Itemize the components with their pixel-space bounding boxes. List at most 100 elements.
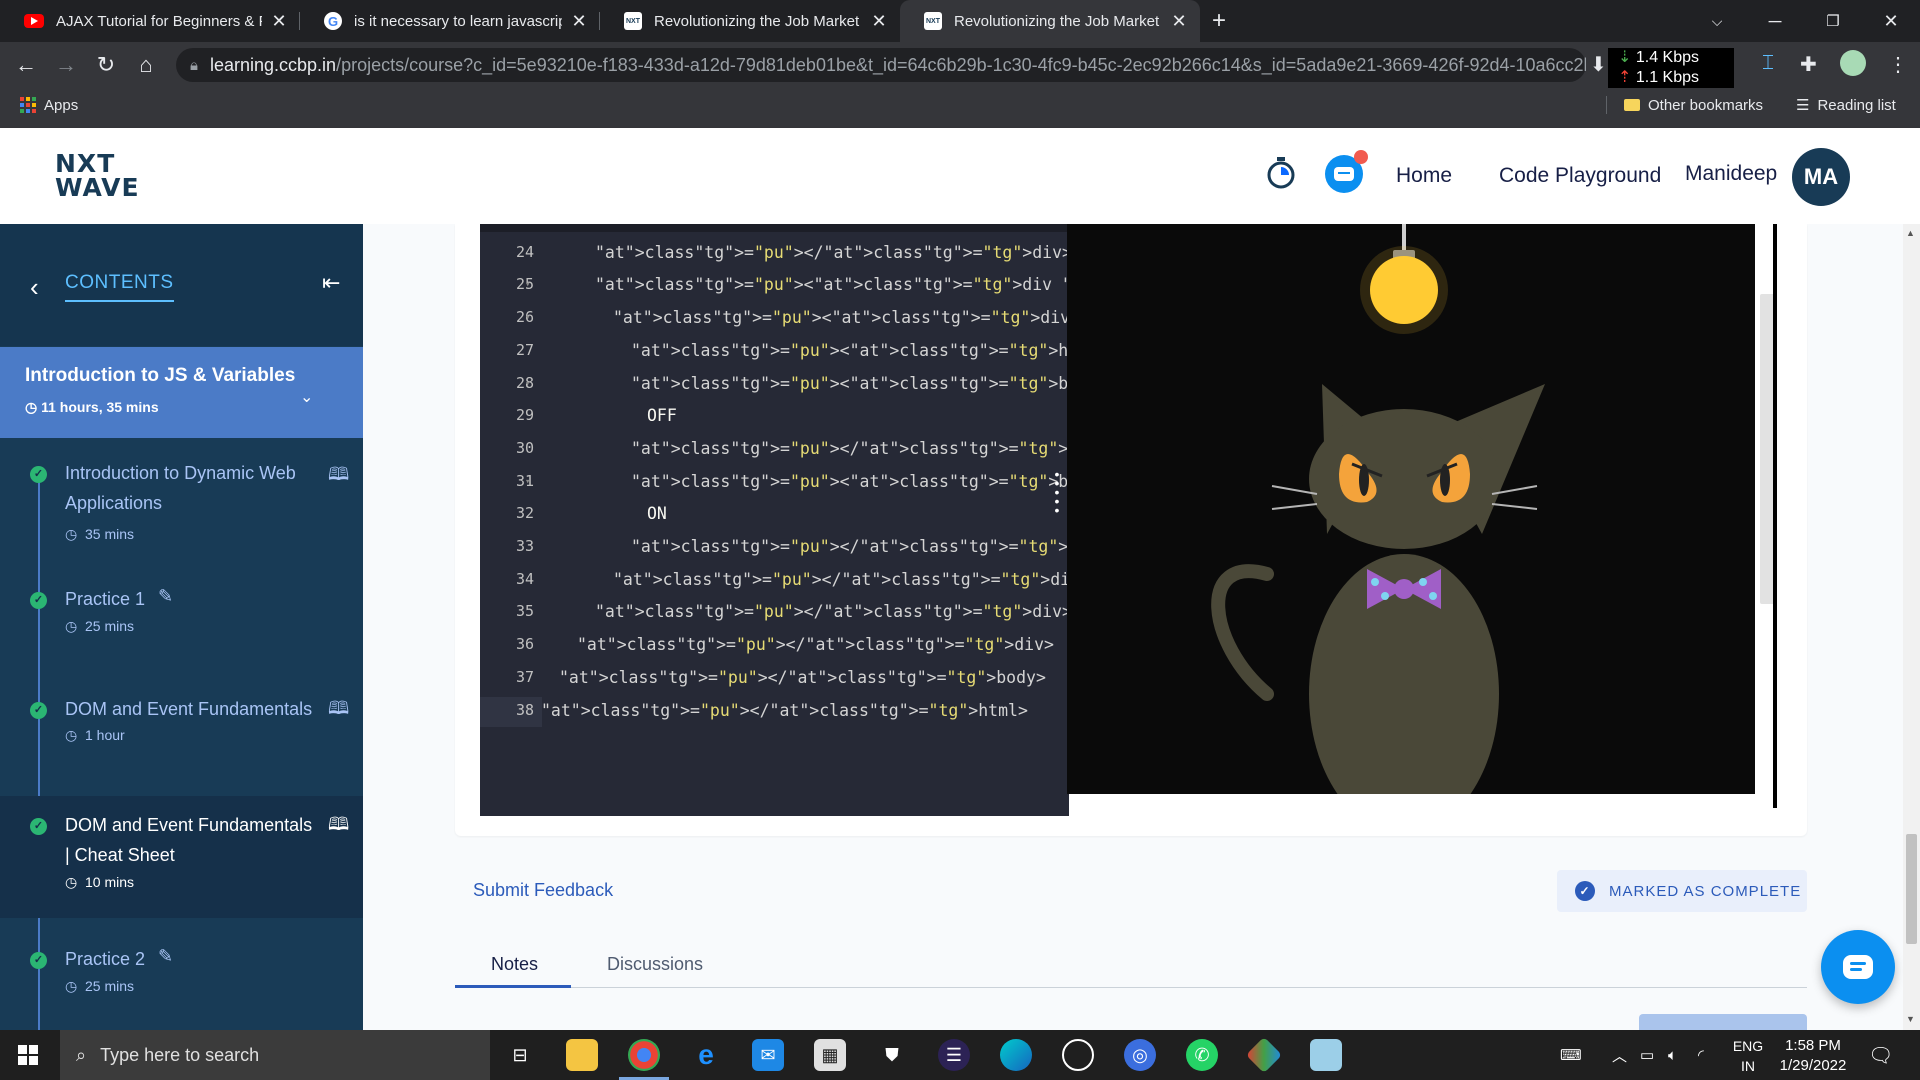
tab-notes[interactable]: Notes [491, 954, 538, 975]
user-name[interactable]: Manideep [1685, 162, 1777, 186]
chrome-icon[interactable] [619, 1039, 669, 1080]
apps-bookmark[interactable]: Apps [20, 88, 78, 122]
fold-arrow-icon[interactable]: ▾ [525, 280, 530, 290]
show-hidden-icons[interactable]: ︿ [1612, 1030, 1627, 1080]
chat-notification-icon[interactable] [1324, 148, 1370, 199]
browser-tab[interactable]: NXT Revolutionizing the Job Market | ✕ [600, 0, 900, 42]
close-tab-icon[interactable]: ✕ [1170, 11, 1188, 32]
nav-code-playground-link[interactable]: Code Playground [1499, 164, 1661, 188]
close-tab-icon[interactable]: ✕ [870, 11, 888, 32]
browser-menu-icon[interactable]: ⋮ [1888, 52, 1908, 77]
nxtwave-logo[interactable]: NXT WAVE [55, 151, 140, 200]
book-icon: 🕮︎ [328, 698, 350, 718]
sidebar-item-label: Practice 1 [65, 589, 146, 609]
reload-icon[interactable]: ↻ [86, 52, 126, 78]
close-tab-icon[interactable]: ✕ [270, 11, 288, 32]
language-indicator[interactable]: ENG IN [1728, 1036, 1768, 1076]
code-editor[interactable]: 23/>24"at">class"tg">="pu"></"at">class"… [480, 232, 1069, 816]
tab-search-icon[interactable]: ⌵ [1688, 13, 1746, 30]
keyboard-icon[interactable]: ⌨ [1560, 1030, 1582, 1080]
chromium-icon[interactable]: ◎ [1124, 1039, 1156, 1071]
back-icon[interactable]: ← [6, 52, 46, 78]
chat-support-button[interactable] [1821, 930, 1895, 1004]
url-field[interactable]: 🔒︎ learning.ccbp.in/projects/course?c_id… [176, 48, 1586, 82]
extension-icon[interactable]: ⬇ [1590, 52, 1607, 77]
network-speed-widget: ⇣ 1.4 Kbps ⇡ 1.1 Kbps [1608, 48, 1734, 90]
new-note-button[interactable] [1639, 1014, 1807, 1030]
fold-arrow-icon[interactable]: ▾ [525, 379, 530, 389]
sidebar-item-active[interactable]: ✓ DOM and Event Fundamentals | Cheat She… [0, 796, 363, 918]
system-clock[interactable]: 1:58 PM 1/29/2022 [1768, 1036, 1858, 1076]
browser-tab[interactable]: AJAX Tutorial for Beginners & Pr ✕ [0, 0, 300, 42]
internet-explorer-icon[interactable]: e [690, 1039, 722, 1071]
url-host: learning.ccbp.in [209, 54, 337, 75]
item-duration: ◷ 25 mins [65, 978, 135, 994]
chevron-down-icon[interactable]: ⌄ [300, 387, 313, 407]
browser-tab-active[interactable]: NXT Revolutionizing the Job Market | ✕ [900, 0, 1200, 42]
cat-bulb-illustration [1067, 224, 1769, 794]
battery-icon[interactable]: ▭ [1640, 1030, 1654, 1080]
other-bookmarks-label: Other bookmarks [1648, 96, 1764, 114]
notepad-icon[interactable] [1310, 1039, 1342, 1071]
store-icon[interactable]: ▦ [814, 1039, 846, 1071]
sidebar-item[interactable]: ✓ Introduction to Dynamic Web Applicatio… [0, 438, 363, 576]
volume-icon[interactable]: 🔈︎ [1668, 1030, 1677, 1080]
extensions-puzzle-icon[interactable]: ✚ [1800, 52, 1817, 77]
marked-as-complete-button[interactable]: ✓ MARKED AS COMPLETE [1557, 870, 1807, 912]
sidebar-item-label: DOM and Event Fundamentals | Cheat Sheet [65, 815, 313, 865]
resize-handle[interactable]: • • • • • [1053, 467, 1061, 517]
security-icon[interactable]: ⛊ [876, 1039, 908, 1071]
wifi-icon[interactable]: ◜ [1698, 1030, 1704, 1080]
close-tab-icon[interactable]: ✕ [570, 11, 588, 32]
collapse-sidebar-icon[interactable]: ⇤ [322, 270, 340, 296]
reading-list[interactable]: ☰ Reading list [1796, 88, 1896, 122]
code-line: "at">class"tg">="pu"></"at">class"tg">="… [559, 667, 1046, 687]
download-speed: 1.4 Kbps [1635, 49, 1700, 66]
profile-icon[interactable] [1840, 50, 1866, 76]
notifications-icon[interactable]: 🗨︎ [1868, 1030, 1893, 1080]
chevron-left-icon[interactable]: ‹ [30, 272, 39, 303]
close-window-icon[interactable]: ✕ [1862, 11, 1920, 32]
section-header[interactable]: Introduction to JS & Variables ◷ 11 hour… [0, 347, 363, 438]
scroll-down-icon[interactable]: ▼ [1906, 1014, 1915, 1024]
sidebar-item[interactable]: ✓ DOM and Event Fundamentals ◷ 1 hour 🕮︎ [0, 684, 363, 794]
line-number: 26 [515, 308, 534, 327]
windows-start-icon[interactable] [18, 1045, 38, 1065]
sidebar-item[interactable]: ✓ Practice 1 ◷ 25 mins ✎ [0, 576, 363, 684]
git-icon[interactable] [1245, 1036, 1283, 1074]
tab-discussions[interactable]: Discussions [607, 954, 703, 975]
window-controls: ⌵ ─ ❐ ✕ [1688, 0, 1920, 42]
line-number: 28 [515, 373, 534, 392]
submit-feedback-link[interactable]: Submit Feedback [473, 880, 613, 901]
stopwatch-icon[interactable] [1266, 156, 1296, 195]
page-scrollbar[interactable]: ▲ ▼ [1903, 224, 1920, 1030]
file-explorer-icon[interactable] [566, 1039, 598, 1071]
browser-tab[interactable]: G is it necessary to learn javascript ✕ [300, 0, 600, 42]
nav-home-link[interactable]: Home [1396, 164, 1452, 188]
contents-tab[interactable]: CONTENTS [65, 272, 174, 302]
edge-icon[interactable] [1000, 1039, 1032, 1071]
output-preview [1067, 224, 1769, 794]
scrollbar-thumb[interactable] [1906, 834, 1917, 944]
obs-icon[interactable] [1062, 1039, 1094, 1071]
tab-title: AJAX Tutorial for Beginners & Pr [56, 12, 262, 30]
section-title: Introduction to JS & Variables [25, 365, 296, 386]
fold-arrow-icon[interactable]: ▾ [525, 313, 530, 323]
whatsapp-icon[interactable]: ✆ [1186, 1039, 1218, 1071]
scroll-up-icon[interactable]: ▲ [1906, 228, 1915, 238]
fold-arrow-icon[interactable]: ▾ [525, 477, 530, 487]
home-icon[interactable]: ⌂ [126, 52, 166, 78]
mail-icon[interactable]: ✉ [752, 1039, 784, 1071]
other-bookmarks[interactable]: Other bookmarks [1624, 88, 1763, 122]
restore-icon[interactable]: ❐ [1804, 12, 1862, 30]
new-tab-button[interactable]: + [1212, 0, 1226, 42]
avatar[interactable]: MA [1792, 148, 1850, 206]
taskbar-search-input[interactable]: ⌕ Type here to search [60, 1030, 490, 1080]
eclipse-icon[interactable]: ☰ [938, 1039, 970, 1071]
sidebar-item[interactable]: ✓ Practice 2 ◷ 25 mins ✎ [0, 928, 363, 1030]
minimize-icon[interactable]: ─ [1746, 11, 1804, 32]
forward-icon[interactable]: → [46, 52, 86, 78]
extension-icon[interactable]: ⌶ [1762, 52, 1774, 75]
youtube-icon [24, 14, 44, 28]
task-view-icon[interactable]: ⊟ [504, 1039, 536, 1071]
